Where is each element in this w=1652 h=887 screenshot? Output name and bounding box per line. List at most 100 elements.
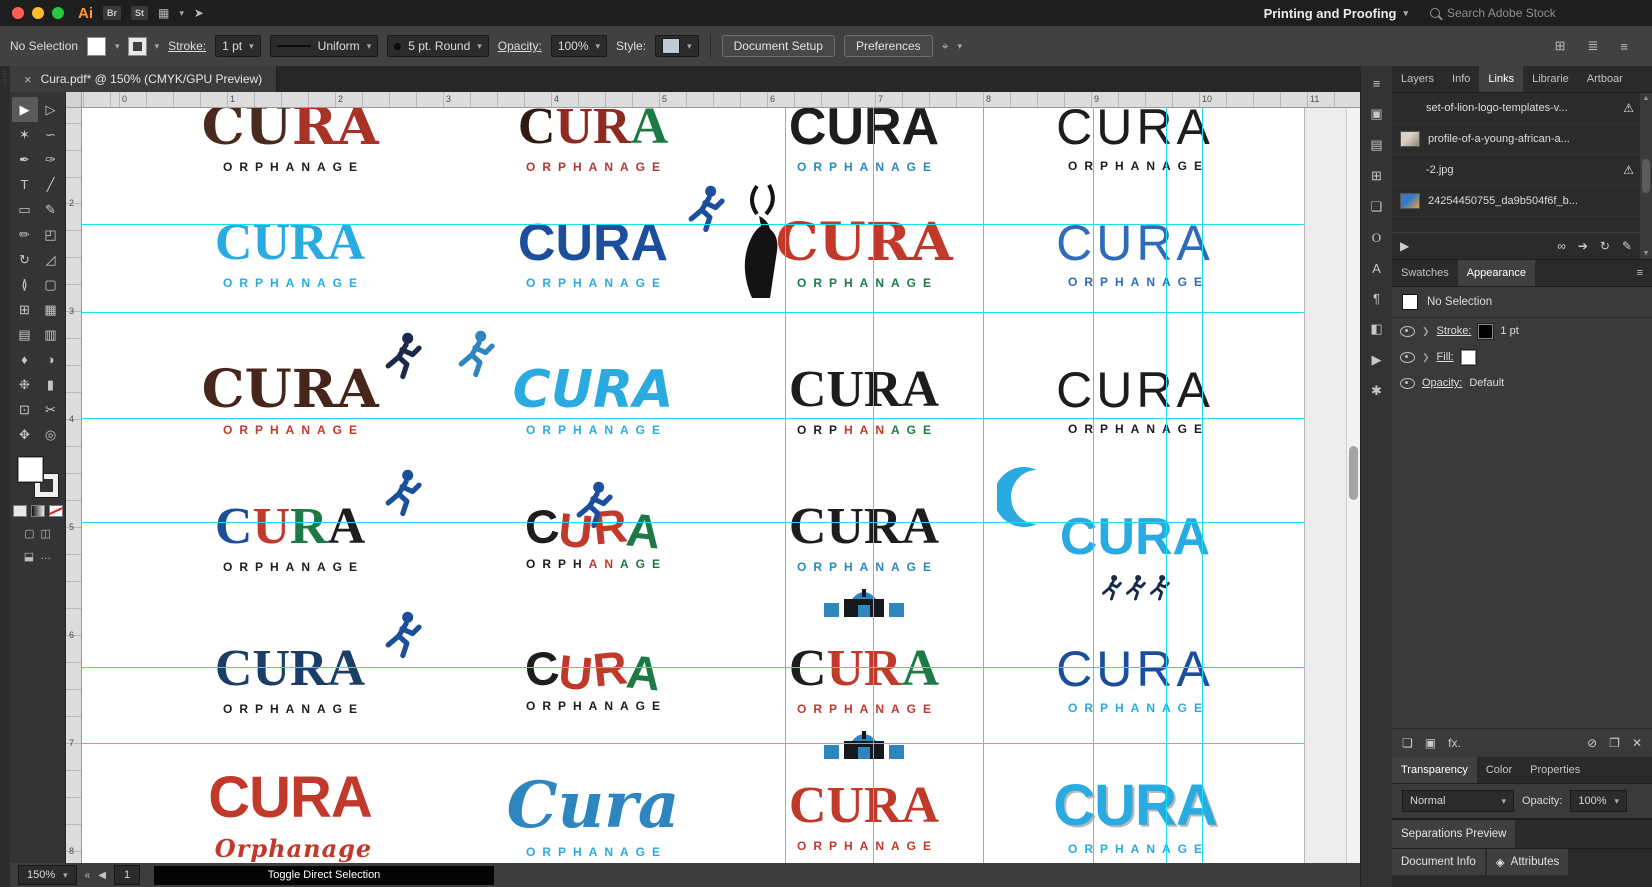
symbol-sprayer-tool-icon[interactable]: ❉ [12,372,38,397]
links-scrollbar-thumb[interactable] [1642,159,1650,193]
vertical-scrollbar-thumb[interactable] [1349,446,1358,500]
tab-layers[interactable]: Layers [1392,66,1443,92]
cura-logo-artwork[interactable]: CURA ORPHANAGE [150,325,430,475]
delete-item-icon[interactable]: ✕ [1632,736,1642,750]
rectangle-tool-icon[interactable]: ▭ [12,197,38,222]
hand-tool-icon[interactable]: ✥ [12,422,38,447]
control-panel-menu-icon[interactable]: ≡ [1620,39,1628,54]
scroll-up-icon[interactable]: ▲ [1643,95,1650,102]
previous-artboard-icon[interactable]: ◀ [98,870,106,881]
new-effect-icon[interactable]: ▣ [1425,736,1436,750]
appearance-stroke-label[interactable]: Stroke: [1437,325,1472,337]
horizontal-ruler[interactable]: 0 1 2 3 4 5 6 7 8 9 10 11 [82,92,1360,108]
variable-width-profile-field[interactable]: Uniform ▾ [269,35,379,57]
magic-wand-tool-icon[interactable]: ✶ [12,122,38,147]
stroke-link[interactable]: Stroke: [168,39,206,53]
adobe-stock-search[interactable]: Search Adobe Stock [1430,6,1640,20]
share-icon[interactable]: ➤ [194,6,204,20]
arrange-icon[interactable]: ≣ [1588,38,1599,54]
shaper-tool-icon[interactable]: ◰ [38,222,64,247]
brush-definition-field[interactable]: 5 pt. Round ▾ [387,35,489,57]
tab-separations-preview[interactable]: Separations Preview [1392,820,1516,848]
column-graph-tool-icon[interactable]: ▮ [38,372,64,397]
transform-grid-icon[interactable]: ⊞ [1555,38,1566,54]
cura-logo-artwork[interactable]: CURA ORPHANAGE [995,325,1275,475]
appearance-opacity-label[interactable]: Opacity: [1422,377,1462,389]
close-document-icon[interactable]: × [24,72,32,87]
close-window-button[interactable] [12,7,24,19]
cura-logo-artwork[interactable]: CURA ORPHANAGE [150,462,430,612]
line-segment-tool-icon[interactable]: ╱ [38,172,64,197]
direct-selection-tool-icon[interactable]: ▷ [38,97,64,122]
tab-artboards[interactable]: Artboar [1578,66,1632,92]
stroke-weight-field[interactable]: 1 pt ▾ [215,35,261,57]
expand-chevron-icon[interactable]: ❯ [1422,326,1430,337]
cura-logo-artwork[interactable]: CURA ORPHANAGE [453,604,733,754]
stroke-color-swatch[interactable] [127,36,147,56]
go-to-link-icon[interactable]: ➔ [1578,239,1588,253]
scale-tool-icon[interactable]: ◿ [38,247,64,272]
tab-color[interactable]: Color [1477,757,1521,783]
cura-logo-artwork[interactable]: CURA ORPHANAGE [453,462,733,612]
perspective-grid-tool-icon[interactable]: ▦ [38,297,64,322]
edit-original-icon[interactable]: ✎ [1622,239,1632,253]
scroll-down-icon[interactable]: ▼ [1643,250,1650,257]
variable-width-caret-icon[interactable]: ▾ [367,41,372,52]
clear-appearance-icon[interactable]: ⊘ [1587,736,1597,750]
cura-logo-artwork[interactable]: CURA ORPHANAGE [995,574,1275,754]
document-setup-button[interactable]: Document Setup [721,35,835,57]
pen-tool-icon[interactable]: ✒ [12,147,38,172]
visibility-eye-icon[interactable] [1400,325,1415,337]
opacity-field[interactable]: 100% ▾ [550,35,608,57]
lasso-tool-icon[interactable]: ∽ [38,122,64,147]
symbols-panel-icon[interactable]: ❏ [1371,199,1383,215]
tab-links[interactable]: Links [1479,66,1524,92]
character-panel-icon[interactable]: A [1372,261,1381,276]
zoom-level-field[interactable]: 150% ▾ [18,865,77,885]
arrange-documents-caret-icon[interactable]: ▾ [179,8,184,19]
cura-logo-artwork[interactable]: CURA Orphanage [150,741,430,864]
link-item-row[interactable]: -2.jpg ⚠ [1392,155,1652,186]
workspace-switcher[interactable]: Printing and Proofing ▾ [1264,6,1408,21]
cura-logo-artwork[interactable]: CURA ORPHANAGE [724,178,1004,328]
duplicate-item-icon[interactable]: ❐ [1609,736,1620,750]
brush-caret-icon[interactable]: ▾ [477,41,482,52]
bridge-icon[interactable]: Br [103,6,122,20]
selection-options-caret-icon[interactable]: ▾ [957,41,962,52]
tab-appearance[interactable]: Appearance [1457,260,1536,286]
cura-logo-artwork[interactable]: CURA ORPHANAGE [724,462,1004,617]
appearance-stroke-row[interactable]: ❯ Stroke: 1 pt [1392,318,1652,344]
maximize-window-button[interactable] [52,7,64,19]
link-info-expander-icon[interactable]: ▶ [1400,239,1409,253]
pencil-tool-icon[interactable]: ✏ [12,222,38,247]
tab-swatches[interactable]: Swatches [1392,260,1458,286]
eyedropper-tool-icon[interactable]: ♦ [12,347,38,372]
appearance-fill-row[interactable]: ❯ Fill: [1392,344,1652,370]
tab-info[interactable]: Info [1443,66,1479,92]
paragraph-panel-icon[interactable]: ¶ [1373,291,1380,306]
cura-logo-artwork[interactable]: Cura ORPHANAGE [453,741,733,863]
fill-swatch-white[interactable] [1459,348,1477,366]
transform-panel-icon[interactable]: ⊞ [1371,168,1382,184]
transparency-opacity-caret-icon[interactable]: ▾ [1615,796,1620,807]
zoom-caret-icon[interactable]: ▾ [63,870,68,881]
actions-panel-icon[interactable]: ▶ [1372,352,1382,368]
cura-logo-artwork[interactable]: CURA ORPHANAGE [150,604,430,754]
zoom-tool-icon[interactable]: ◎ [38,422,64,447]
cura-logo-artwork[interactable]: CURA ORPHANAGE [724,741,1004,863]
visibility-eye-icon[interactable] [1400,377,1415,389]
visibility-eye-icon[interactable] [1400,351,1415,363]
appearance-opacity-row[interactable]: Opacity: Default [1392,370,1652,396]
stock-icon[interactable]: St [131,6,149,20]
cura-logo-artwork[interactable]: CURA ORPHANAGE [995,178,1275,328]
more-tools-icon[interactable]: … [40,550,51,563]
vertical-ruler[interactable]: 2 3 4 5 6 7 8 [66,108,82,863]
appearance-panel-menu-icon[interactable]: ≡ [1628,267,1652,279]
fill-caret-icon[interactable]: ▾ [115,41,120,52]
width-tool-icon[interactable]: ≬ [12,272,38,297]
selection-options-icon[interactable]: ⌖ [942,39,949,54]
none-button[interactable] [48,505,63,517]
tab-attributes[interactable]: ◈ Attributes [1486,849,1569,875]
color-panel-icon[interactable]: ▣ [1370,106,1382,122]
cura-logo-artwork[interactable]: CURA ORPHANAGE [995,741,1275,863]
